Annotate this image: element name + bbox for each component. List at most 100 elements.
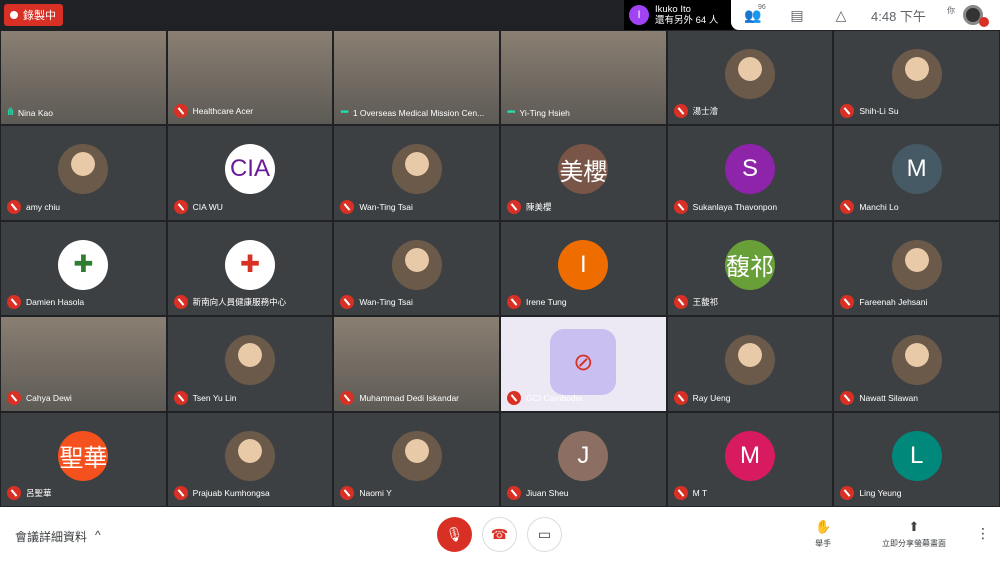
participant-name: M T bbox=[692, 487, 708, 498]
participant-tile[interactable]: Ray Ueng bbox=[666, 316, 834, 412]
participant-tile[interactable]: Healthcare Acer bbox=[166, 30, 334, 126]
participant-name: Wan-Ting Tsai bbox=[359, 297, 413, 308]
participant-tile[interactable]: 湯士澮 bbox=[666, 30, 834, 126]
header-panel: 👥 96 ▤ △ 4:48 下午 bbox=[731, 0, 1000, 30]
participant-tile[interactable]: M M T bbox=[666, 411, 834, 507]
chevron-up-icon: ^ bbox=[95, 528, 101, 542]
avatar bbox=[725, 335, 775, 386]
participant-tile[interactable]: L Ling Yeung bbox=[833, 411, 1000, 507]
participant-tile[interactable]: ••• 1 Overseas Medical Mission Cen... bbox=[333, 30, 500, 126]
raise-hand-button[interactable]: ✋ 舉手 bbox=[815, 519, 831, 549]
avatar: ✚ bbox=[58, 239, 109, 290]
participant-name: 王馥祁 bbox=[692, 297, 719, 308]
avatar bbox=[391, 430, 442, 481]
active-speaker-chip[interactable]: I Ikuko Ito 還有另外 64 人 bbox=[624, 0, 734, 30]
participant-name: Ling Yeung bbox=[859, 487, 902, 498]
participant-name-tag: Healthcare Acer bbox=[173, 104, 254, 119]
mic-off-icon bbox=[173, 390, 188, 405]
participant-name: Jiuan Sheu bbox=[526, 487, 569, 498]
participant-tile[interactable]: 美櫻 陳美櫻 bbox=[500, 125, 667, 221]
mic-off-icon bbox=[673, 199, 688, 214]
participant-tile[interactable]: M Manchi Lo bbox=[833, 125, 1000, 221]
participant-tile[interactable]: 馥祁 王馥祁 bbox=[666, 220, 834, 317]
participant-name: CIA WU bbox=[192, 201, 223, 212]
participant-name-tag: Jiuan Sheu bbox=[507, 485, 569, 500]
meeting-details-label: 會議詳細資料 bbox=[15, 530, 88, 544]
participant-tile[interactable]: Shih-Li Su bbox=[833, 30, 1000, 126]
mic-off-icon bbox=[840, 104, 855, 119]
mic-off-icon bbox=[507, 485, 521, 500]
participant-name: Healthcare Acer bbox=[192, 106, 254, 117]
participant-name-tag: amy chiu bbox=[7, 199, 60, 214]
mic-off-icon bbox=[840, 295, 855, 310]
participant-tile[interactable]: Naomi Y bbox=[333, 411, 500, 507]
mic-off-icon bbox=[840, 199, 855, 214]
participant-name-tag: Damien Hasola bbox=[7, 295, 84, 310]
participant-name-tag: Sukanlaya Thavonpon bbox=[673, 199, 777, 214]
mic-off-icon bbox=[340, 485, 355, 500]
speaking-indicator-icon: ••• bbox=[340, 107, 348, 119]
mic-off-icon bbox=[173, 199, 188, 214]
present-icon: ⬆ bbox=[908, 519, 920, 534]
mic-off-icon bbox=[840, 390, 855, 405]
participant-tile[interactable]: Muhammad Dedi Iskandar bbox=[333, 316, 500, 412]
participant-name: Shih-Li Su bbox=[859, 106, 899, 117]
mic-off-icon bbox=[673, 390, 688, 405]
participant-name-tag: Irene Tung bbox=[507, 295, 567, 310]
avatar bbox=[58, 144, 109, 195]
participant-tile[interactable]: ✚ Damien Hasola bbox=[0, 220, 167, 317]
participant-name-tag: M T bbox=[673, 485, 708, 500]
hang-up-icon: ☎ bbox=[490, 526, 509, 542]
activities-button[interactable]: △ bbox=[819, 7, 863, 24]
participant-tile[interactable]: ✚ 新南向人員健康服務中心 bbox=[166, 220, 334, 317]
participant-tile[interactable]: Fareenah Jehsani bbox=[833, 220, 1000, 317]
mic-off-icon bbox=[673, 295, 688, 310]
others-count: 還有另外 64 人 bbox=[655, 15, 719, 26]
avatar bbox=[891, 335, 942, 386]
mic-toggle-button[interactable]: 🎙 bbox=[437, 517, 472, 552]
participant-name-tag: Muhammad Dedi Iskandar bbox=[340, 390, 459, 405]
participant-tile[interactable]: ⊘ GCI Cambodia bbox=[500, 316, 667, 412]
mic-off-icon bbox=[7, 485, 21, 500]
participant-tile[interactable]: Nawatt Silawan bbox=[833, 316, 1000, 412]
participant-tile[interactable]: S Sukanlaya Thavonpon bbox=[666, 125, 834, 221]
speaking-indicator-icon: ıllı bbox=[7, 107, 14, 119]
participant-tile[interactable]: Wan-Ting Tsai bbox=[333, 125, 500, 221]
more-options-button[interactable]: ⋮ bbox=[976, 525, 990, 542]
more-vert-icon: ⋮ bbox=[976, 525, 990, 541]
participant-tile[interactable]: I Irene Tung bbox=[500, 220, 667, 317]
participant-name-tag: Wan-Ting Tsai bbox=[340, 199, 413, 214]
participant-tile[interactable]: 聖華 呂聖華 bbox=[0, 411, 167, 507]
recording-label: 錄製中 bbox=[23, 10, 56, 22]
participant-name-tag: Wan-Ting Tsai bbox=[340, 295, 413, 310]
avatar: 美櫻 bbox=[558, 144, 609, 195]
camera-toggle-button[interactable]: ▭ bbox=[527, 517, 562, 552]
participant-tile[interactable]: ıllı Nina Kao bbox=[0, 30, 167, 126]
participant-name-tag: CIA WU bbox=[173, 199, 223, 214]
leave-call-button[interactable]: ☎ bbox=[482, 517, 517, 552]
meeting-details-button[interactable]: 會議詳細資料 ^ bbox=[15, 528, 101, 545]
participant-name: Prajuab Kumhongsa bbox=[192, 487, 270, 498]
participant-name: Naomi Y bbox=[359, 487, 392, 498]
participant-name: Manchi Lo bbox=[859, 201, 899, 212]
shapes-icon: △ bbox=[835, 6, 847, 23]
participant-tile[interactable]: Cahya Dewi bbox=[0, 316, 167, 412]
participant-name-tag: 新南向人員健康服務中心 bbox=[173, 295, 286, 310]
participant-tile[interactable]: Prajuab Kumhongsa bbox=[166, 411, 334, 507]
participant-name: Cahya Dewi bbox=[26, 392, 72, 403]
participant-tile[interactable]: CIA CIA WU bbox=[166, 125, 334, 221]
participant-tile[interactable]: J Jiuan Sheu bbox=[500, 411, 667, 507]
chat-button[interactable]: ▤ bbox=[775, 7, 819, 24]
participant-tile[interactable]: Tsen Yu Lin bbox=[166, 316, 334, 412]
participant-tile[interactable]: amy chiu bbox=[0, 125, 167, 221]
participant-name: Wan-Ting Tsai bbox=[359, 201, 413, 212]
participant-name: Fareenah Jehsani bbox=[859, 297, 928, 308]
present-now-button[interactable]: ⬆ 立即分享螢幕畫面 bbox=[882, 519, 946, 549]
participant-tile[interactable]: Wan-Ting Tsai bbox=[333, 220, 500, 317]
people-button[interactable]: 👥 96 bbox=[731, 4, 775, 24]
avatar: CIA bbox=[224, 144, 275, 195]
participant-tile[interactable]: ••• Yi-Ting Hsieh bbox=[500, 30, 667, 126]
avatar bbox=[391, 144, 442, 195]
avatar: J bbox=[558, 430, 609, 481]
participant-name: Ray Ueng bbox=[692, 392, 731, 403]
